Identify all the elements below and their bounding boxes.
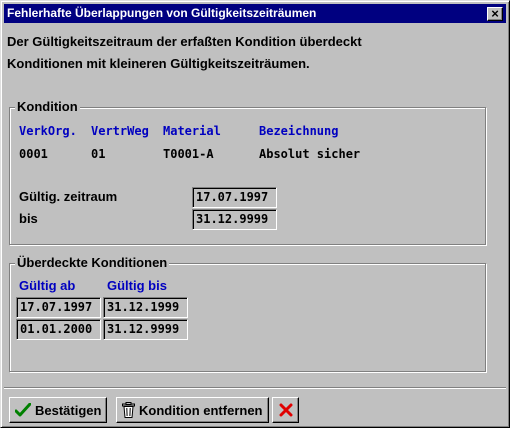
row-1-gueltig-ab[interactable]: 17.07.1997 bbox=[16, 297, 101, 318]
remove-condition-button[interactable]: Kondition entfernen bbox=[116, 397, 269, 423]
confirm-button[interactable]: Bestätigen bbox=[9, 397, 107, 423]
kondition-group-label: Kondition bbox=[15, 99, 80, 114]
close-icon: × bbox=[491, 6, 499, 21]
dialog-window: Fehlerhafte Überlappungen von Gültigkeit… bbox=[0, 0, 510, 428]
bis-label: bis bbox=[19, 211, 38, 226]
header-bezeichnung: Bezeichnung bbox=[259, 124, 339, 138]
message-line-2: Konditionen mit kleineren Gültigkeitszei… bbox=[7, 56, 310, 71]
header-gueltig-bis: Gültig bis bbox=[107, 278, 167, 293]
cancel-button[interactable] bbox=[272, 397, 299, 423]
message-line-1: Der Gültigkeitszeitraum der erfaßten Kon… bbox=[7, 34, 362, 49]
checkmark-icon bbox=[15, 403, 31, 417]
value-bezeichnung: Absolut sicher bbox=[259, 147, 361, 161]
row-2-gueltig-ab[interactable]: 01.01.2000 bbox=[16, 319, 101, 340]
header-verkorg: VerkOrg. bbox=[19, 124, 77, 138]
row-1-gueltig-bis[interactable]: 31.12.1999 bbox=[103, 297, 188, 318]
value-material: T0001-A bbox=[163, 147, 214, 161]
title-bar[interactable]: Fehlerhafte Überlappungen von Gültigkeit… bbox=[4, 4, 506, 23]
value-vertrweg: 01 bbox=[91, 147, 106, 161]
ueberdeckte-group-label: Überdeckte Konditionen bbox=[15, 255, 170, 270]
confirm-button-label: Bestätigen bbox=[35, 402, 102, 418]
button-separator bbox=[4, 387, 506, 389]
header-gueltig-ab: Gültig ab bbox=[19, 278, 76, 293]
bis-field[interactable]: 31.12.9999 bbox=[192, 209, 277, 230]
gueltig-zeitraum-label: Gültig. zeitraum bbox=[19, 189, 118, 204]
row-2-gueltig-bis[interactable]: 31.12.9999 bbox=[103, 319, 188, 340]
close-button[interactable]: × bbox=[487, 7, 503, 21]
value-verkorg: 0001 bbox=[19, 147, 48, 161]
trash-icon bbox=[122, 402, 135, 418]
header-material: Material bbox=[163, 124, 221, 138]
remove-condition-button-label: Kondition entfernen bbox=[139, 402, 263, 418]
gueltig-zeitraum-field[interactable]: 17.07.1997 bbox=[192, 187, 277, 208]
red-x-icon bbox=[279, 403, 292, 417]
window-title: Fehlerhafte Überlappungen von Gültigkeit… bbox=[7, 6, 317, 20]
header-vertrweg: VertrWeg bbox=[91, 124, 149, 138]
